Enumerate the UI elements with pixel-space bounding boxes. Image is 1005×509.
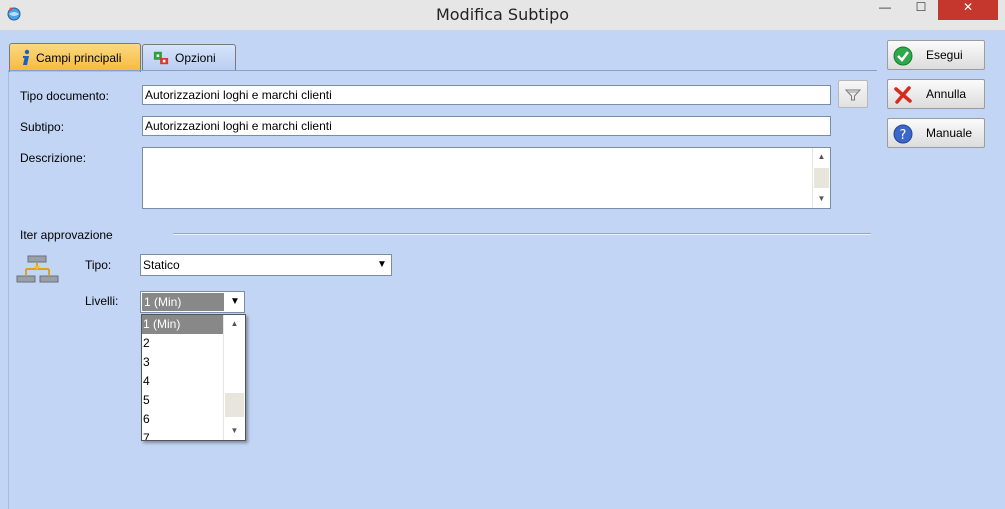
info-icon (23, 49, 30, 65)
check-icon (893, 46, 913, 66)
tipo-value: Statico (143, 258, 180, 272)
scroll-down-arrow-icon[interactable]: ▼ (224, 423, 245, 439)
annulla-button[interactable]: Annulla (887, 79, 985, 109)
chevron-down-icon[interactable]: ▼ (226, 292, 244, 312)
esegui-label: Esegui (926, 48, 963, 62)
esegui-button[interactable]: Esegui (887, 40, 985, 70)
dropdown-scrollbar[interactable]: ▲ ▼ (223, 315, 245, 440)
tab-campi-principali[interactable]: Campi principali (9, 43, 141, 72)
tipo-label: Tipo: (85, 258, 112, 272)
title-bar: Modifica Subtipo — ☐ ✕ (0, 0, 1005, 30)
minimize-button[interactable]: — (866, 0, 904, 20)
filter-icon (844, 89, 862, 101)
livelli-value: 1 (Min) (142, 293, 224, 311)
list-item[interactable]: 7 (142, 429, 224, 440)
list-item[interactable]: 1 (Min) (142, 315, 224, 334)
scroll-thumb[interactable] (814, 168, 829, 188)
tab-opzioni[interactable]: Opzioni (142, 44, 236, 71)
scroll-up-arrow-icon[interactable]: ▲ (813, 149, 830, 165)
descrizione-textarea[interactable]: ▲ ▼ (142, 147, 831, 209)
subtipo-label: Subtipo: (20, 120, 65, 134)
workflow-hierarchy-icon (16, 255, 59, 283)
tab-label: Campi principali (36, 51, 122, 65)
close-button[interactable]: ✕ (938, 0, 998, 20)
dialog-client-area: Campi principali Opzioni Tipo documento:… (0, 30, 1005, 509)
subtipo-field[interactable]: Autorizzazioni loghi e marchi clienti (142, 116, 831, 136)
scroll-up-arrow-icon[interactable]: ▲ (224, 316, 245, 332)
help-icon: ? (893, 124, 913, 144)
list-item[interactable]: 3 (142, 353, 224, 372)
descrizione-label: Descrizione: (20, 151, 87, 165)
scroll-down-arrow-icon[interactable]: ▼ (813, 191, 830, 207)
chevron-down-icon[interactable]: ▼ (373, 255, 391, 275)
list-item[interactable]: 5 (142, 391, 224, 410)
annulla-label: Annulla (926, 87, 967, 101)
maximize-button[interactable]: ☐ (904, 0, 938, 20)
tab-label: Opzioni (175, 51, 216, 65)
scroll-thumb[interactable] (225, 393, 244, 417)
livelli-dropdown-list[interactable]: 1 (Min) 2 3 4 5 6 7 ▲ ▼ (141, 314, 246, 441)
tipo-combobox[interactable]: Statico ▼ (140, 254, 392, 276)
livelli-combobox[interactable]: 1 (Min) ▼ (140, 291, 245, 313)
manuale-button[interactable]: ? Manuale (887, 118, 985, 148)
manuale-label: Manuale (926, 126, 973, 140)
window-title: Modifica Subtipo (435, 5, 570, 24)
list-item[interactable]: 6 (142, 410, 224, 429)
iter-approvazione-heading: Iter approvazione (20, 228, 113, 242)
options-icon (153, 51, 169, 65)
descrizione-value (143, 148, 830, 152)
cancel-icon (894, 86, 912, 104)
section-divider (173, 233, 871, 235)
livelli-label: Livelli: (85, 294, 119, 308)
list-item[interactable]: 4 (142, 372, 224, 391)
svg-text:?: ? (900, 128, 907, 143)
filter-button[interactable] (838, 80, 868, 108)
tipo-documento-label: Tipo documento: (20, 89, 109, 103)
descrizione-scrollbar[interactable]: ▲ ▼ (812, 148, 830, 208)
tipo-documento-field[interactable]: Autorizzazioni loghi e marchi clienti (142, 85, 831, 105)
list-item[interactable]: 2 (142, 334, 224, 353)
